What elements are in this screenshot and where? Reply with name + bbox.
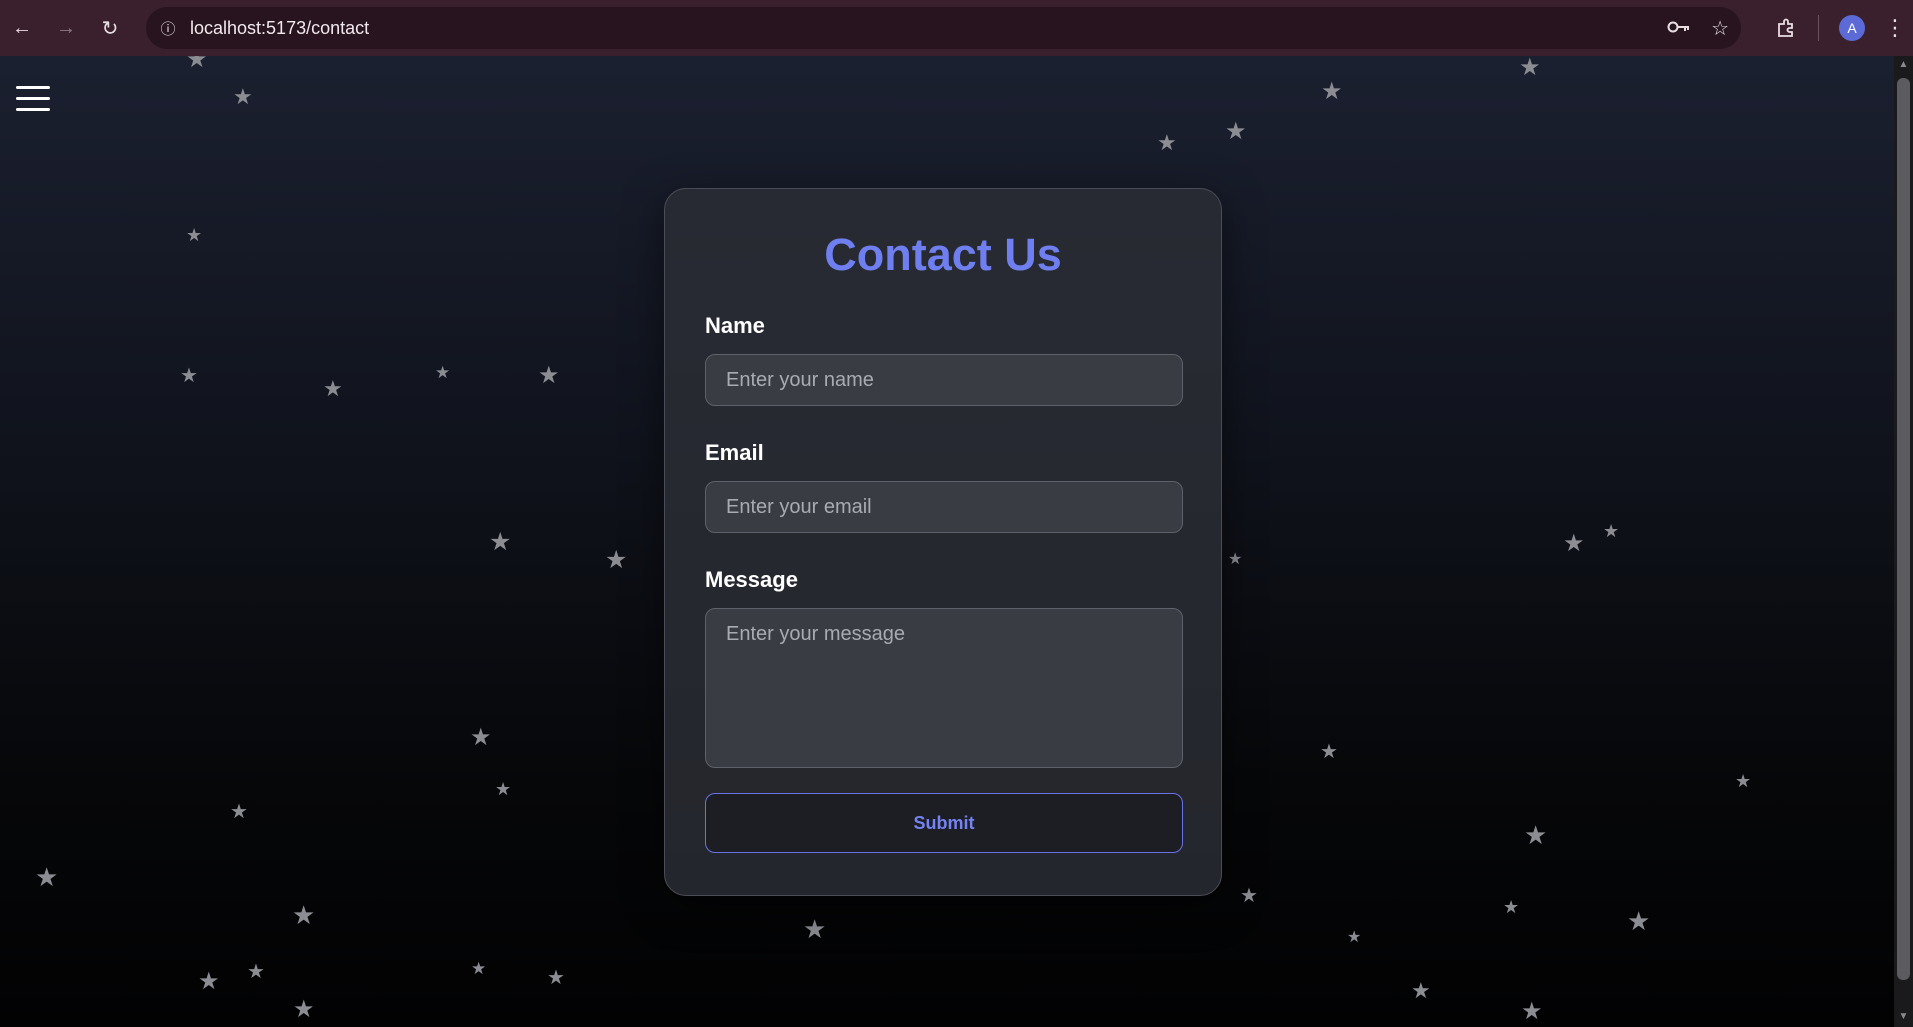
star-icon: ★ — [435, 363, 451, 382]
star-icon: ★ — [186, 56, 208, 73]
star-icon: ★ — [1603, 521, 1620, 541]
star-icon: ★ — [547, 967, 565, 989]
message-label: Message — [705, 567, 798, 592]
star-icon: ★ — [323, 376, 343, 401]
password-key-icon[interactable] — [1667, 17, 1691, 40]
star-icon: ★ — [1521, 998, 1543, 1025]
star-icon: ★ — [1627, 906, 1651, 936]
back-icon[interactable]: ← — [0, 0, 44, 56]
star-icon: ★ — [292, 900, 316, 930]
star-icon: ★ — [1524, 820, 1548, 850]
star-icon: ★ — [471, 959, 487, 978]
star-icon: ★ — [230, 801, 248, 823]
contact-card: Contact Us Name Email Message Submit — [664, 188, 1222, 896]
message-textarea[interactable] — [705, 608, 1183, 768]
kebab-menu-icon[interactable]: ⋮ — [1877, 0, 1913, 56]
star-icon: ★ — [1320, 741, 1338, 763]
star-icon: ★ — [538, 362, 560, 389]
reload-icon[interactable]: ↻ — [88, 0, 132, 56]
url-text[interactable]: localhost:5173/contact — [190, 18, 369, 39]
browser-toolbar: ← → ↻ ⓘ localhost:5173/contact ☆ A ⋮ — [0, 0, 1913, 56]
hamburger-menu-icon[interactable] — [16, 86, 50, 112]
star-icon: ★ — [1411, 978, 1431, 1003]
star-icon: ★ — [233, 84, 253, 109]
address-bar[interactable]: ⓘ localhost:5173/contact ☆ — [146, 7, 1741, 49]
star-icon: ★ — [1519, 56, 1541, 81]
star-icon: ★ — [605, 546, 628, 574]
profile-avatar[interactable]: A — [1839, 15, 1865, 41]
scroll-thumb[interactable] — [1897, 78, 1910, 980]
star-icon: ★ — [1563, 530, 1585, 557]
scroll-up-arrow-icon[interactable]: ▲ — [1894, 58, 1913, 72]
star-icon: ★ — [35, 862, 59, 892]
toolbar-divider — [1818, 15, 1819, 41]
star-icon: ★ — [1735, 771, 1752, 791]
star-icon: ★ — [1240, 885, 1258, 907]
star-icon: ★ — [1503, 897, 1520, 917]
submit-button[interactable]: Submit — [705, 793, 1183, 853]
star-icon: ★ — [1225, 118, 1247, 145]
star-icon: ★ — [1157, 130, 1177, 155]
star-icon: ★ — [198, 968, 220, 995]
star-icon: ★ — [186, 225, 203, 245]
star-icon: ★ — [247, 961, 265, 983]
name-label: Name — [705, 313, 765, 338]
page-title: Contact Us — [824, 229, 1062, 280]
extensions-icon[interactable] — [1762, 0, 1810, 56]
star-icon: ★ — [1347, 929, 1362, 946]
forward-icon[interactable]: → — [44, 0, 88, 56]
email-input[interactable] — [705, 481, 1183, 533]
page-viewport: ★ ★ ★ ★ ★ ★ ★ ★ ★ ★ ★ ★ ★ ★ ★ ★ ★ ★ ★ ★ … — [0, 56, 1894, 1027]
site-info-icon[interactable]: ⓘ — [155, 15, 181, 41]
star-icon: ★ — [495, 779, 512, 799]
scroll-down-arrow-icon[interactable]: ▼ — [1894, 1010, 1913, 1024]
star-icon: ★ — [180, 365, 198, 387]
star-icon: ★ — [293, 996, 315, 1023]
star-icon: ★ — [1228, 551, 1243, 568]
star-icon: ★ — [803, 914, 827, 944]
name-input[interactable] — [705, 354, 1183, 406]
vertical-scrollbar[interactable]: ▲ ▼ — [1894, 56, 1913, 1027]
bookmark-star-icon[interactable]: ☆ — [1711, 16, 1729, 41]
email-label: Email — [705, 440, 764, 465]
star-icon: ★ — [489, 528, 512, 556]
star-icon: ★ — [1321, 78, 1343, 105]
star-icon: ★ — [470, 724, 492, 751]
